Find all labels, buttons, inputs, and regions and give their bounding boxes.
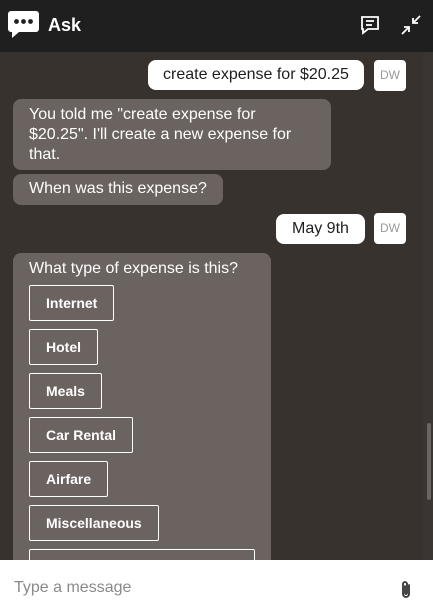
bot-question: What type of expense is this? xyxy=(29,260,238,277)
app-title: Ask xyxy=(48,15,82,35)
option-hotel-button[interactable]: Hotel xyxy=(29,329,98,365)
message-input[interactable] xyxy=(14,579,384,597)
bot-message: When was this expense? xyxy=(13,174,223,205)
app-header: Ask xyxy=(0,0,433,52)
avatar: DW xyxy=(374,60,406,91)
option-partial-button[interactable] xyxy=(29,549,255,560)
bot-message: You told me "create expense for $20.25".… xyxy=(13,99,331,170)
collapse-icon[interactable] xyxy=(400,14,422,36)
chat-log[interactable]: create expense for $20.25 DW You told me… xyxy=(0,52,423,560)
option-car-rental-button[interactable]: Car Rental xyxy=(29,417,134,453)
chat-bubble-icon xyxy=(8,11,39,38)
scrollbar-thumb[interactable] xyxy=(427,423,431,500)
option-internet-button[interactable]: Internet xyxy=(29,285,115,321)
composer xyxy=(0,560,433,616)
avatar: DW xyxy=(374,213,406,244)
user-message: May 9th xyxy=(276,214,365,244)
option-miscellaneous-button[interactable]: Miscellaneous xyxy=(29,505,159,541)
paperclip-icon[interactable] xyxy=(398,580,414,600)
option-airfare-button[interactable]: Airfare xyxy=(29,461,109,497)
notes-icon[interactable] xyxy=(359,14,381,36)
user-message: create expense for $20.25 xyxy=(148,60,364,90)
option-meals-button[interactable]: Meals xyxy=(29,373,102,409)
